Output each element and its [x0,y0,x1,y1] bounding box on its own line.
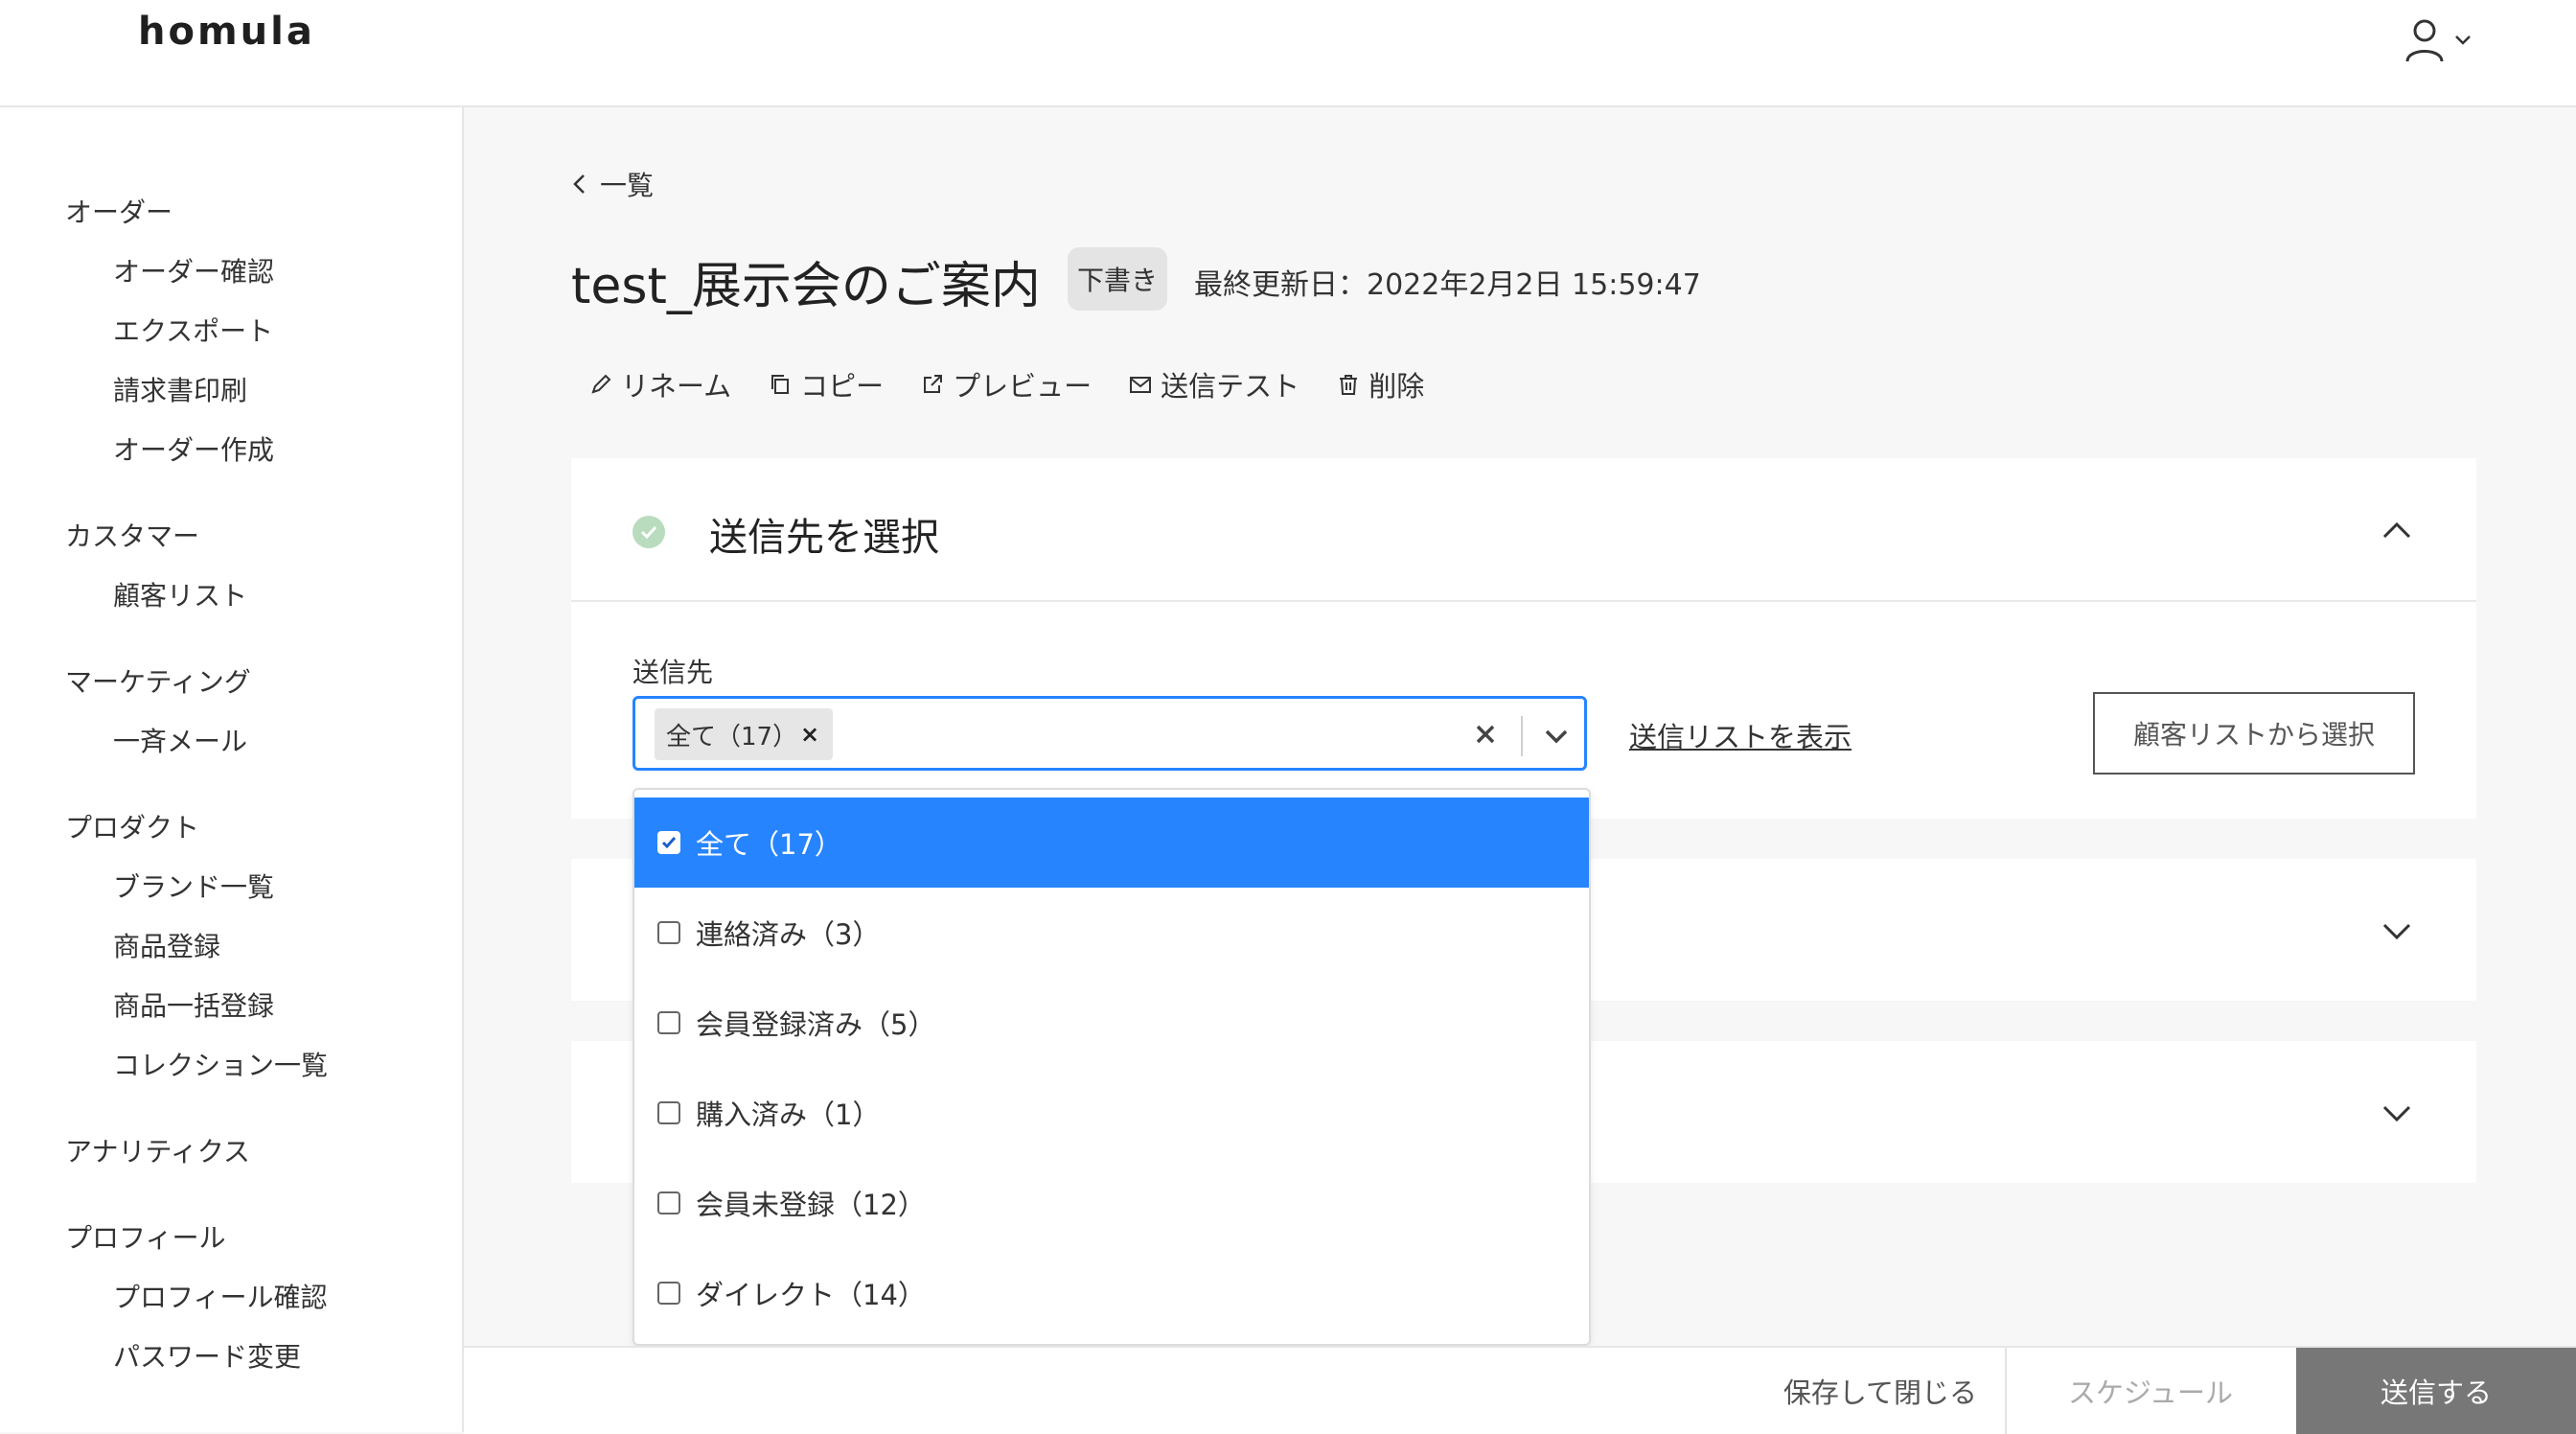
selected-chip-label: 全て（17） [666,722,798,752]
action-toolbar: リネーム コピー プレビュー 送信テスト 削除 [588,364,1424,405]
user-icon [2405,19,2444,62]
logo: homula [138,10,315,54]
send-test-button[interactable]: 送信テスト [1128,364,1300,405]
option-all[interactable]: 全て（17） [634,798,1589,888]
preview-button[interactable]: プレビュー [920,364,1092,405]
checkbox-icon[interactable] [657,1101,680,1124]
option-purchased[interactable]: 購入済み（1） [634,1068,1589,1158]
rename-label: リネーム [621,370,732,403]
recipient-section-title: 送信先を選択 [709,516,939,560]
sidebar-item-password-change[interactable]: パスワード変更 [113,1336,301,1375]
page-title: test_展示会のご案内 [571,258,1041,315]
option-member-registered[interactable]: 会員登録済み（5） [634,978,1589,1068]
chevron-down-icon[interactable] [2380,914,2413,947]
back-link[interactable]: 一覧 [571,165,654,203]
send-button[interactable]: 送信する [2296,1348,2576,1434]
checkbox-icon[interactable] [657,921,680,944]
save-close-button[interactable]: 保存して閉じる [1736,1348,2024,1434]
trash-icon [1340,375,1358,395]
sidebar-item-export[interactable]: エクスポート [113,311,273,349]
copy-label: コピー [800,370,885,403]
preview-label: プレビュー [953,370,1092,403]
show-send-list-link[interactable]: 送信リストを表示 [1629,715,1852,755]
footer-bar: 保存して閉じる スケジュール 送信する [464,1346,2576,1434]
option-member-unregistered[interactable]: 会員未登録（12） [634,1158,1589,1248]
send-test-label: 送信テスト [1161,370,1300,403]
option-label: 会員登録済み（5） [696,1008,936,1041]
select-separator [1521,716,1523,756]
option-direct[interactable]: ダイレクト（14） [634,1248,1589,1338]
option-label: 購入済み（1） [696,1099,881,1131]
checkbox-icon[interactable] [657,1191,680,1214]
option-label: ダイレクト（14） [696,1279,926,1311]
sidebar-group-customer[interactable]: カスタマー [65,516,199,554]
last-updated: 最終更新日：2022年2月2日 15:59:47 [1194,268,1701,302]
recipient-section-header[interactable]: 送信先を選択 [571,458,2476,602]
chevron-up-icon[interactable] [2380,514,2413,546]
rename-button[interactable]: リネーム [588,364,731,405]
schedule-button[interactable]: スケジュール [2007,1348,2294,1434]
chevron-down-icon[interactable] [2380,1097,2413,1129]
dropdown-chevron-icon[interactable] [1538,718,1575,754]
delete-label: 削除 [1368,370,1425,403]
option-label: 全て（17） [696,828,842,861]
selected-chip: 全て（17） × [655,708,833,760]
sidebar-group-order[interactable]: オーダー [65,192,172,230]
option-contacted[interactable]: 連絡済み（3） [634,888,1589,978]
sidebar-item-collection-list[interactable]: コレクション一覧 [113,1045,328,1083]
user-menu[interactable] [2404,13,2480,67]
option-label: 会員未登録（12） [696,1189,926,1221]
check-circle-icon [632,516,665,548]
copy-button[interactable]: コピー [768,364,884,405]
checkbox-icon[interactable] [657,1282,680,1305]
back-label: 一覧 [600,170,655,201]
sidebar-item-order-create[interactable]: オーダー作成 [113,429,274,468]
sidebar-item-order-confirm[interactable]: オーダー確認 [113,251,274,289]
copy-icon [771,375,790,394]
sidebar-item-bulk-mail[interactable]: 一斉メール [113,721,247,759]
delete-button[interactable]: 削除 [1336,364,1424,405]
external-link-icon [924,375,943,393]
checkbox-checked-icon[interactable] [657,831,680,854]
chevron-left-icon [573,174,585,194]
top-header: homula [0,0,2576,107]
option-label: 連絡済み（3） [696,918,881,951]
sidebar-item-product-register[interactable]: 商品登録 [113,926,220,964]
sidebar-group-analytics[interactable]: アナリティクス [65,1131,250,1169]
sidebar-item-customer-list[interactable]: 顧客リスト [113,575,247,613]
sidebar: オーダー オーダー確認 エクスポート 請求書印刷 オーダー作成 カスタマー 顧客… [0,107,464,1432]
sidebar-item-product-bulk-register[interactable]: 商品一括登録 [113,985,274,1024]
clear-icon[interactable] [1467,716,1504,752]
recipient-select[interactable]: 全て（17） × [632,696,1587,771]
chip-remove-icon[interactable]: × [796,718,823,751]
pencil-icon [591,374,611,394]
sidebar-group-marketing[interactable]: マーケティング [65,661,251,700]
checkbox-icon[interactable] [657,1011,680,1034]
mail-icon [1130,377,1152,393]
status-badge: 下書き [1068,247,1167,311]
recipient-field-label: 送信先 [632,657,714,688]
recipient-dropdown-menu: 全て（17） 連絡済み（3） 会員登録済み（5） 購入済み（1） 会員未登録（1… [632,788,1591,1346]
sidebar-group-product[interactable]: プロダクト [65,807,199,845]
sidebar-item-profile-confirm[interactable]: プロフィール確認 [113,1277,327,1315]
sidebar-item-brand-list[interactable]: ブランド一覧 [113,867,274,905]
sidebar-item-invoice-print[interactable]: 請求書印刷 [113,370,247,408]
select-from-customer-list-button[interactable]: 顧客リストから選択 [2093,692,2415,775]
sidebar-group-profile[interactable]: プロフィール [65,1217,225,1256]
chevron-down-icon [2455,35,2471,45]
